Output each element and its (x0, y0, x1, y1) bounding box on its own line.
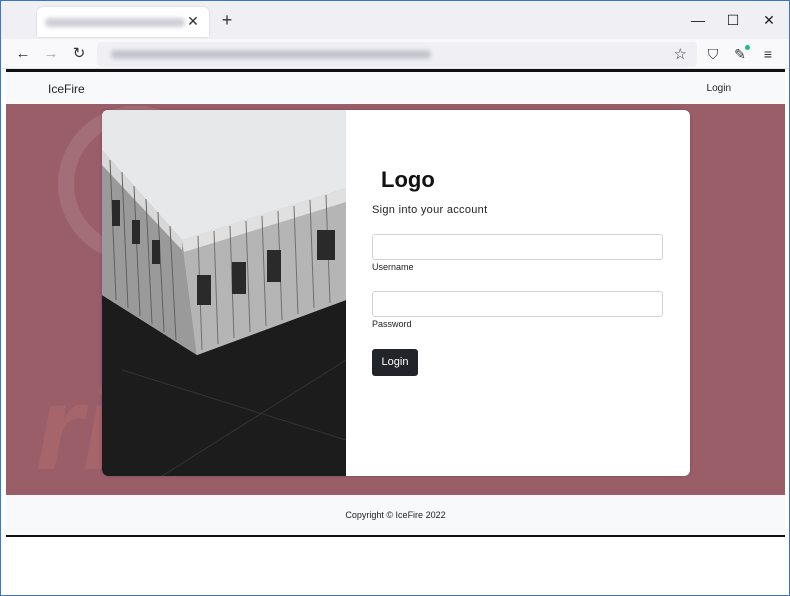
site-footer: Copyright © IceFire 2022 (6, 495, 785, 535)
form-logo: Logo (381, 167, 435, 192)
login-card: Logo Sign into your account Username Pas… (102, 110, 690, 476)
copyright-text: Copyright © IceFire 2022 (345, 510, 446, 520)
building-photo (102, 110, 346, 476)
extension-icon[interactable]: ✎ (729, 43, 751, 65)
minimize-button[interactable]: — (683, 9, 713, 31)
back-icon[interactable]: ← (12, 43, 34, 65)
menu-icon[interactable]: ≡ (757, 43, 779, 65)
bottom-rule (6, 535, 785, 537)
address-bar[interactable]: ☆ (97, 42, 697, 67)
browser-window: ✕ + — ☐ ✕ ← → ↻ ☆ ⛉ ✎ ≡ risk.com IceFire (0, 0, 790, 596)
tab-close-icon[interactable]: ✕ (185, 13, 201, 29)
shield-icon[interactable]: ⛉ (702, 43, 724, 65)
tab-title-redacted (45, 18, 185, 27)
username-label: Username (372, 262, 414, 272)
notification-dot (745, 45, 750, 50)
site-brand[interactable]: IceFire (48, 82, 85, 96)
tab-strip: ✕ + — ☐ ✕ (1, 1, 789, 39)
forward-icon[interactable]: → (40, 43, 62, 65)
reload-icon[interactable]: ↻ (68, 43, 90, 65)
login-button[interactable]: Login (372, 349, 418, 376)
bookmark-star-icon[interactable]: ☆ (674, 45, 687, 63)
nav-login-link[interactable]: Login (707, 83, 731, 94)
extension-glyph: ✎ (734, 46, 746, 62)
password-label: Password (372, 319, 412, 329)
window-close-button[interactable]: ✕ (754, 9, 784, 31)
username-input[interactable] (372, 234, 663, 260)
new-tab-button[interactable]: + (217, 10, 237, 30)
url-redacted (111, 50, 431, 59)
web-page: risk.com IceFire Login (6, 69, 785, 537)
password-input[interactable] (372, 291, 663, 317)
form-subtitle: Sign into your account (372, 204, 488, 216)
maximize-button[interactable]: ☐ (718, 9, 748, 31)
browser-toolbar: ← → ↻ ☆ ⛉ ✎ ≡ (1, 39, 789, 69)
browser-tab[interactable]: ✕ (37, 7, 209, 37)
site-navbar: IceFire Login (6, 72, 785, 104)
login-form: Logo Sign into your account Username Pas… (346, 110, 690, 476)
